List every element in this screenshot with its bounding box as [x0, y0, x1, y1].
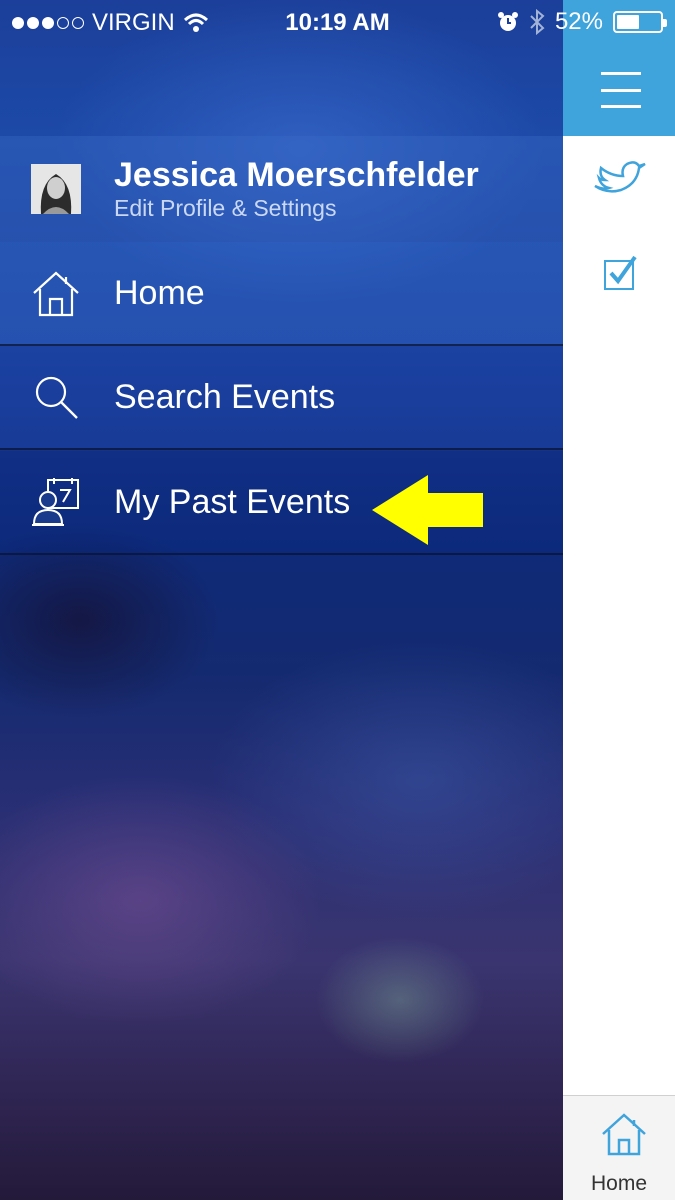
menu-label-search-events: Search Events	[114, 377, 336, 416]
app-screen: VIRGIN 10:19 AM 52% Jessica Moerschfelde…	[0, 0, 675, 1200]
menu-item-search-events[interactable]: Search Events	[0, 346, 563, 450]
side-drawer: Jessica Moerschfelder Edit Profile & Set…	[0, 0, 563, 1200]
profile-text: Jessica Moerschfelder Edit Profile & Set…	[114, 156, 479, 222]
profile-name: Jessica Moerschfelder	[114, 156, 479, 194]
alarm-icon	[497, 12, 518, 31]
status-right: 52%	[497, 8, 667, 36]
menu-label-my-past-events: My Past Events	[114, 482, 351, 521]
twitter-icon[interactable]	[593, 160, 647, 200]
search-icon	[28, 369, 84, 425]
profile-row[interactable]: Jessica Moerschfelder Edit Profile & Set…	[0, 136, 563, 242]
past-events-icon	[28, 474, 84, 530]
menu-icon[interactable]	[601, 72, 641, 108]
avatar	[31, 164, 81, 214]
checkbox-icon[interactable]	[603, 255, 639, 291]
status-bar: VIRGIN 10:19 AM 52%	[0, 0, 675, 46]
main-content-peek: Home	[563, 0, 675, 1200]
home-icon	[28, 265, 84, 321]
menu-item-home[interactable]: Home	[0, 242, 563, 346]
battery-percent: 52%	[554, 8, 603, 35]
edit-profile-link[interactable]: Edit Profile & Settings	[114, 194, 479, 222]
tab-bar: Home	[563, 1095, 675, 1200]
bluetooth-icon	[530, 9, 545, 35]
menu-label-home: Home	[114, 273, 205, 312]
yellow-arrow	[372, 475, 483, 545]
battery-icon	[613, 11, 667, 33]
tab-home-label: Home	[590, 1172, 648, 1195]
home-icon	[602, 1113, 646, 1156]
